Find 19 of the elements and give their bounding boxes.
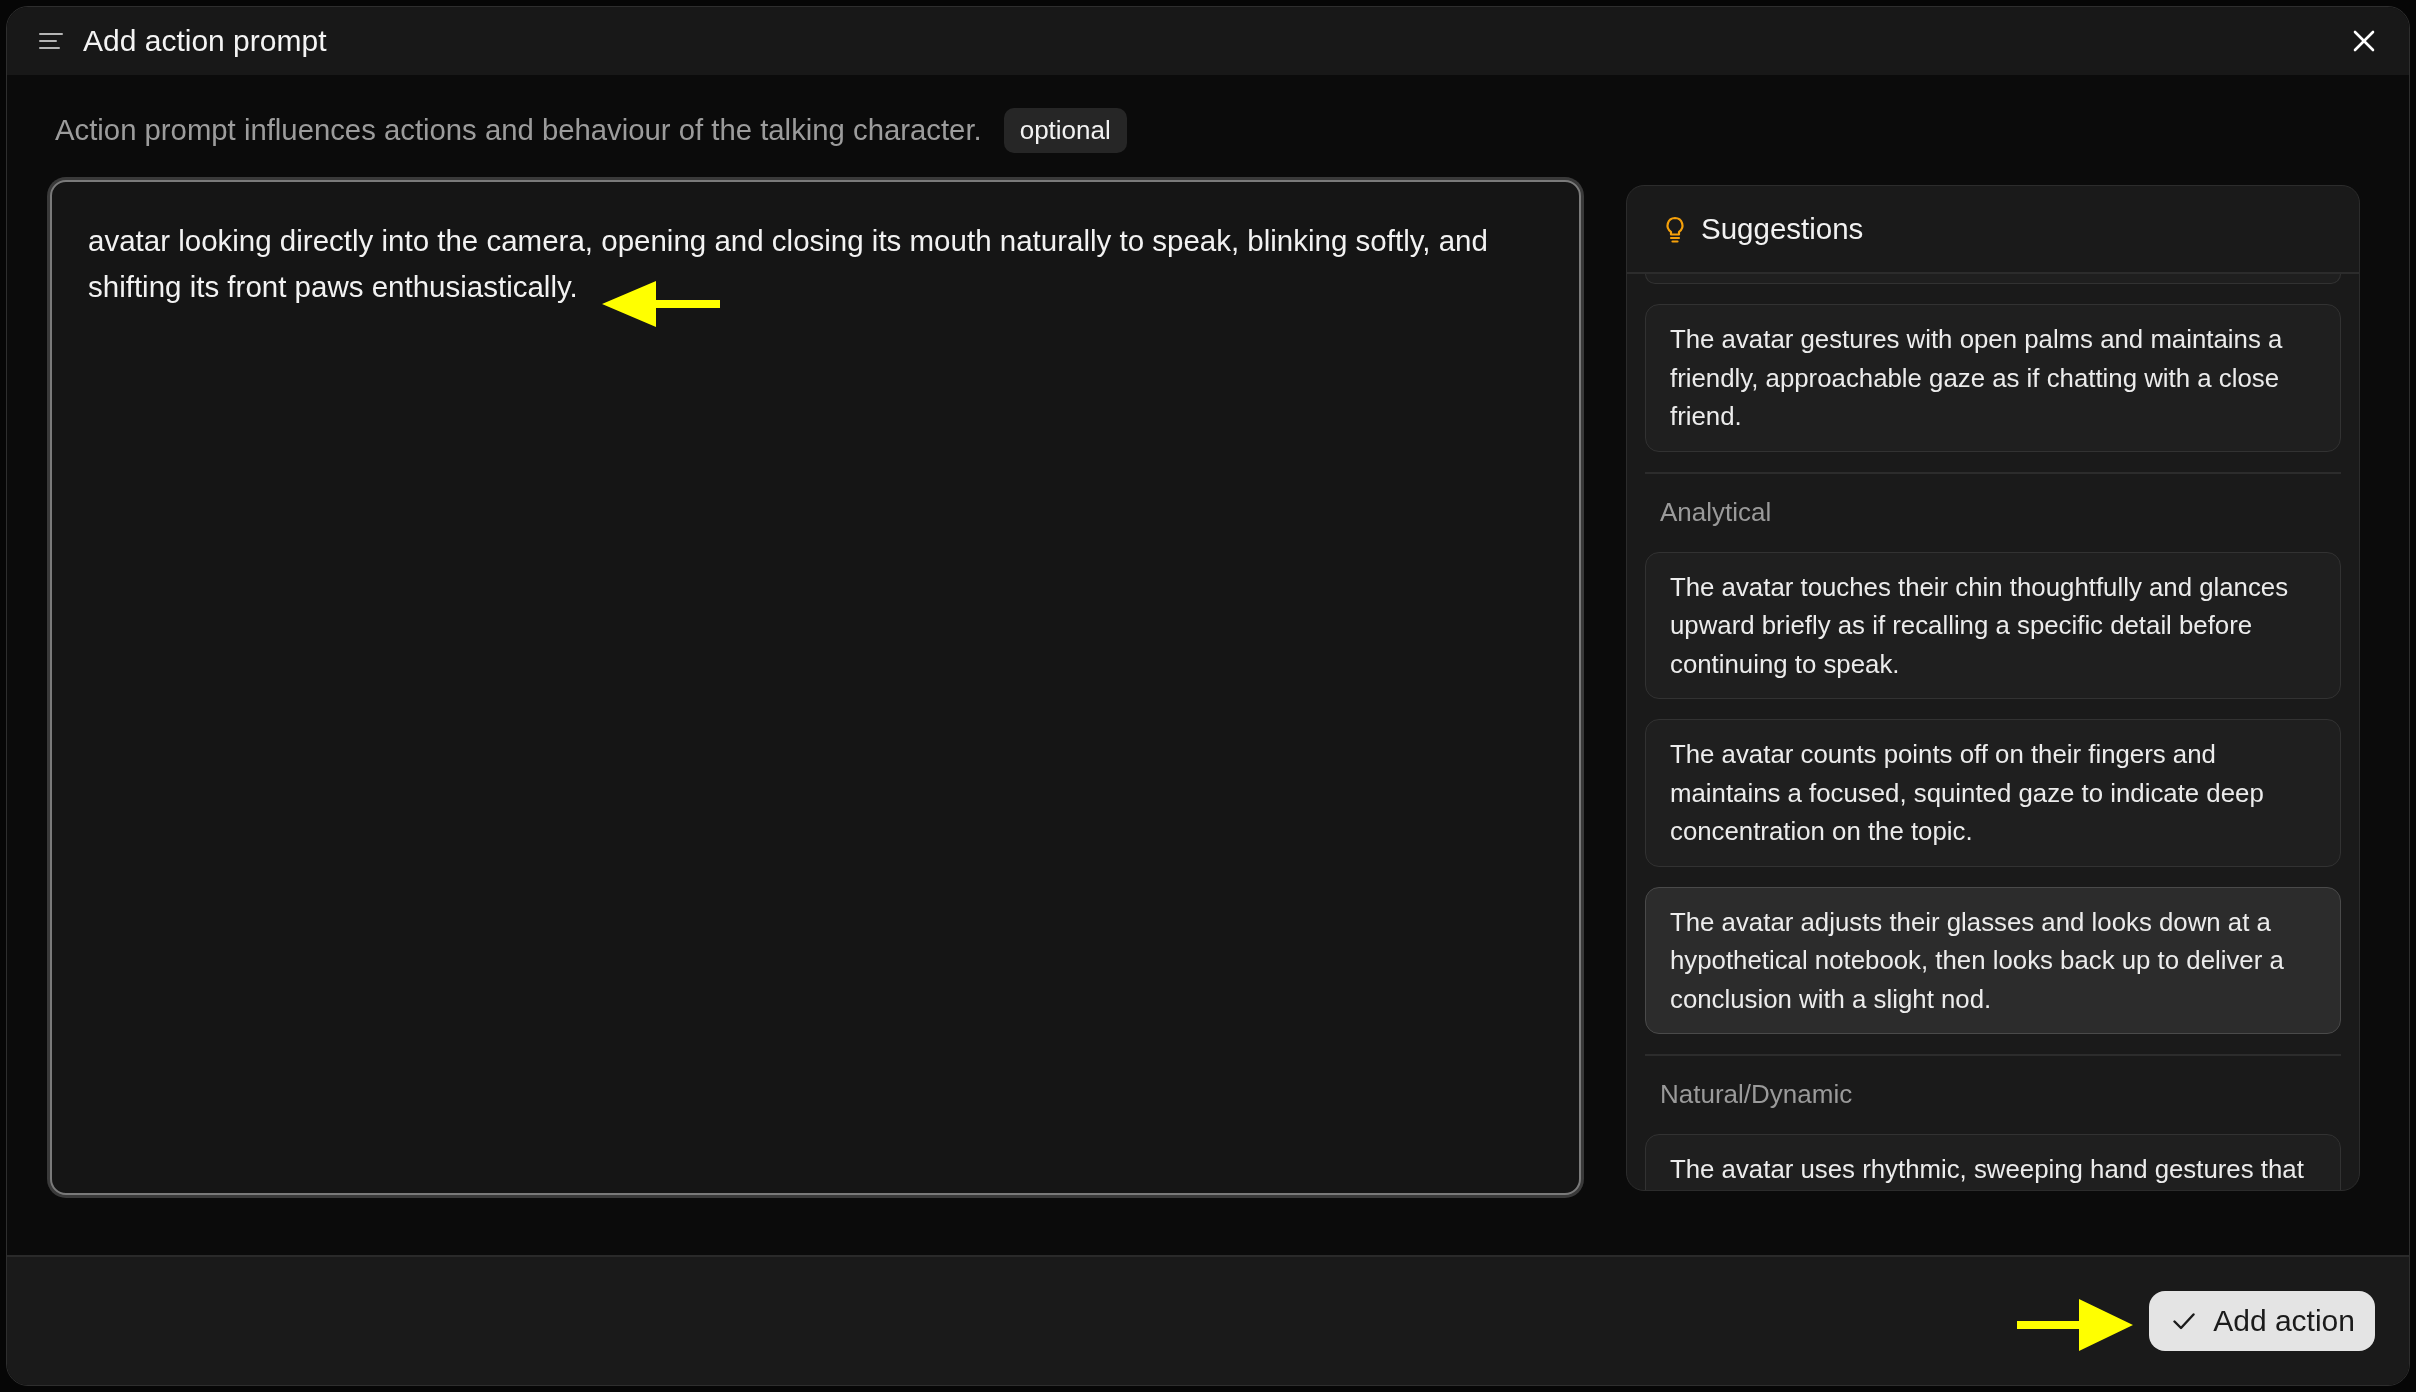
close-icon (2353, 30, 2375, 52)
optional-tag: optional (1003, 107, 1127, 153)
group-heading: Analytical (1660, 495, 1772, 528)
suggestion-card[interactable]: The avatar gestures with open palms and maintains a friendly, approachable gaze as if chatting with a close friend. (1645, 304, 2341, 452)
arrow-icon (2017, 1299, 2133, 1351)
group-heading: Natural/Dynamic (1660, 1078, 1853, 1110)
add-action-button[interactable]: Add action (2149, 1291, 2375, 1351)
suggestion-card[interactable]: The avatar counts points off on their fingers and maintains a focused, squinted gaze to indicate deep concentration on the topic. (1645, 719, 2341, 867)
arrow-icon (602, 281, 720, 327)
menu-icon[interactable] (39, 32, 63, 50)
suggestion-card[interactable]: The avatar adjusts their glasses and looks down at a hypothetical notebook, then looks back up to deliver a conclusion with a slight nod. (1645, 886, 2341, 1034)
window-title: Add action prompt (83, 24, 327, 58)
panel-title: Suggestions (1701, 212, 1864, 246)
prompt-field[interactable]: avatar looking directly into the camera, opening and closing its mouth naturally to speak, blinking softly, and shifting its front paws enthusiastically. (50, 180, 1581, 1195)
description-text: Action prompt influences actions and behaviour of the talking character. (55, 113, 982, 147)
checkmark-icon (2173, 1312, 2196, 1330)
lightbulb-icon (1665, 215, 1685, 243)
suggestion-card[interactable]: The avatar touches their chin thoughtfully and glances upward briefly as if recalling a specific detail before continuing to speak. (1645, 551, 2341, 699)
suggestion-card[interactable]: The avatar uses rhythmic, sweeping hand gestures that (1645, 1134, 2341, 1190)
